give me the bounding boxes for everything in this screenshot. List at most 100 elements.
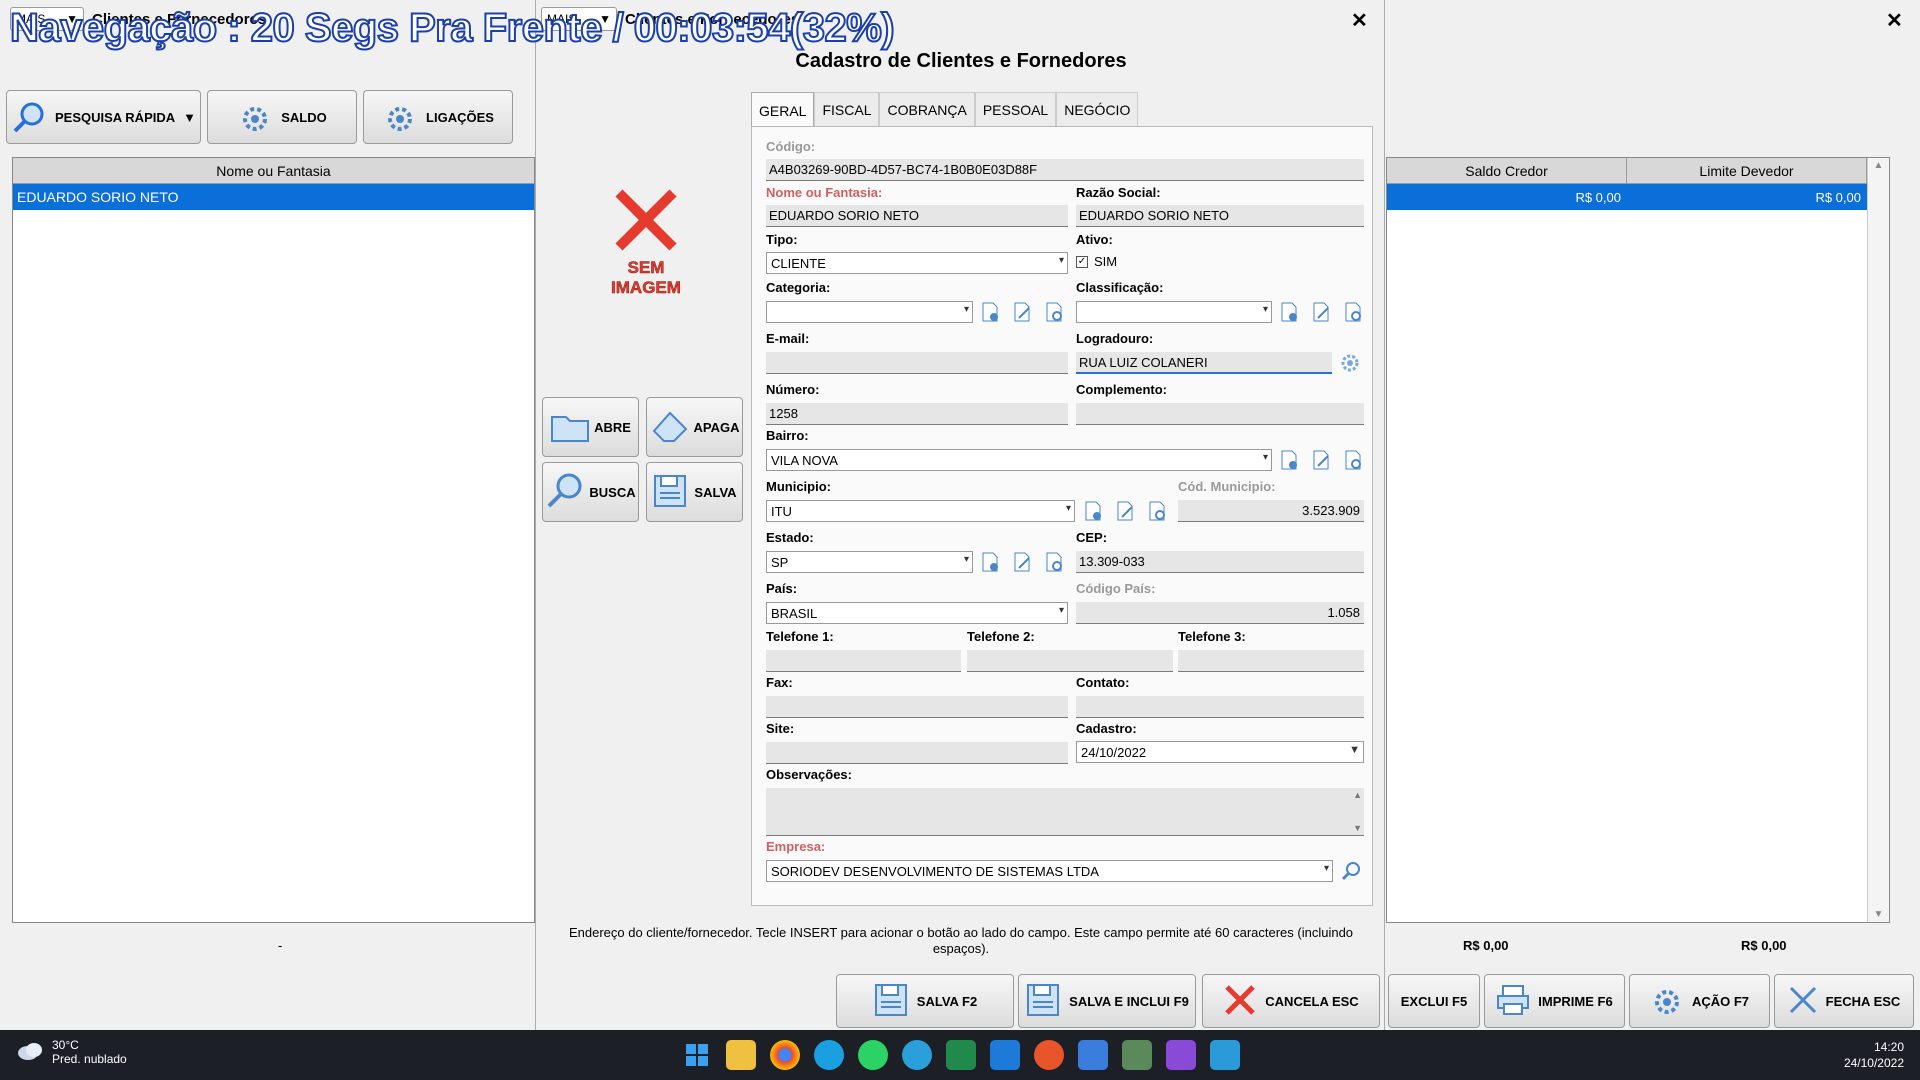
edit-bairro-icon[interactable] xyxy=(1310,448,1332,472)
telefone2-field[interactable] xyxy=(967,650,1173,672)
busca-button[interactable]: BUSCA xyxy=(542,462,639,522)
telefone1-field[interactable] xyxy=(766,650,961,672)
bairro-label: Bairro: xyxy=(766,428,809,443)
spreadsheet-icon[interactable] xyxy=(946,1040,976,1070)
logradouro-label: Logradouro: xyxy=(1076,331,1154,346)
list-footer: - xyxy=(278,938,283,953)
search-classificacao-icon[interactable] xyxy=(1342,300,1364,324)
email-field[interactable] xyxy=(766,352,1068,374)
salva-f2-label: SALVA F2 xyxy=(916,993,978,1009)
search-bairro-icon[interactable] xyxy=(1342,448,1364,472)
salva-side-button[interactable]: SALVA xyxy=(646,462,743,522)
telefone3-field[interactable] xyxy=(1178,650,1364,672)
classificacao-select[interactable]: ▾ xyxy=(1076,301,1272,323)
tab-cobranca[interactable]: COBRANÇA xyxy=(879,92,975,126)
pais-select[interactable]: BRASIL ▾ xyxy=(766,602,1068,624)
complemento-label: Complemento: xyxy=(1076,382,1167,397)
add-municipio-icon[interactable] xyxy=(1082,499,1104,523)
search-municipio-icon[interactable] xyxy=(1146,499,1168,523)
pesquisa-rapida-button[interactable]: PESQUISA RÁPIDA ▼ xyxy=(6,90,201,144)
telegram-icon[interactable] xyxy=(902,1040,932,1070)
acao-button[interactable]: AÇÃO F7 xyxy=(1629,974,1770,1028)
bairro-select[interactable]: VILA NOVA ▾ xyxy=(766,449,1272,471)
edit-estado-icon[interactable] xyxy=(1011,550,1033,574)
exclui-button[interactable]: EXCLUI F5 xyxy=(1388,974,1480,1028)
complemento-field[interactable] xyxy=(1076,403,1364,425)
mail-icon[interactable] xyxy=(990,1040,1020,1070)
table-row[interactable]: R$ 0,00 R$ 0,00 xyxy=(1387,184,1889,210)
scroll-up-icon[interactable]: ▲ xyxy=(1353,790,1362,800)
tab-pessoal[interactable]: PESSOAL xyxy=(974,92,1057,126)
tab-negocio[interactable]: NEGÓCIO xyxy=(1056,92,1139,126)
salva-e-inclui-button[interactable]: SALVA E INCLUI F9 xyxy=(1018,974,1196,1028)
estado-select[interactable]: SP ▾ xyxy=(766,551,973,573)
add-classificacao-icon[interactable] xyxy=(1278,300,1300,324)
soriodev-app-icon[interactable] xyxy=(1122,1040,1152,1070)
municipio-select[interactable]: ITU ▾ xyxy=(766,500,1075,522)
fecha-button[interactable]: FECHA ESC xyxy=(1774,974,1914,1028)
saldo-button[interactable]: SALDO xyxy=(207,90,357,144)
app-icon[interactable] xyxy=(1034,1040,1064,1070)
chrome-icon[interactable] xyxy=(770,1040,800,1070)
windows-start-icon[interactable] xyxy=(682,1040,712,1070)
remote-app-icon[interactable] xyxy=(1210,1040,1240,1070)
fax-field[interactable] xyxy=(766,696,1068,718)
video-app-icon[interactable] xyxy=(1166,1040,1196,1070)
empresa-select[interactable]: SORIODEV DESENVOLVIMENTO DE SISTEMAS LTD… xyxy=(766,860,1333,882)
search-estado-icon[interactable] xyxy=(1043,550,1065,574)
chevron-down-icon: ▼ xyxy=(1349,744,1360,756)
cancela-button[interactable]: CANCELA ESC xyxy=(1202,974,1380,1028)
contato-field[interactable] xyxy=(1076,696,1364,718)
edit-municipio-icon[interactable] xyxy=(1114,499,1136,523)
edge-icon[interactable] xyxy=(814,1040,844,1070)
edit-categoria-icon[interactable] xyxy=(1011,300,1033,324)
site-field[interactable] xyxy=(766,742,1068,764)
chevron-down-icon: ▾ xyxy=(1058,605,1064,616)
file-explorer-icon[interactable] xyxy=(726,1040,756,1070)
notepad-icon[interactable] xyxy=(1078,1040,1108,1070)
razao-field[interactable]: EDUARDO SORIO NETO xyxy=(1076,205,1364,227)
dialog-close-icon[interactable]: ✕ xyxy=(1351,8,1368,33)
scroll-down-icon[interactable]: ▼ xyxy=(1353,823,1362,833)
tipo-select[interactable]: CLIENTE ▾ xyxy=(766,252,1068,274)
column-header-limite-devedor[interactable]: Limite Devedor xyxy=(1627,158,1867,183)
clients-list[interactable]: Nome ou Fantasia EDUARDO SORIO NETO xyxy=(12,157,535,923)
column-header-saldo-credor[interactable]: Saldo Credor xyxy=(1387,158,1627,183)
tab-fiscal[interactable]: FISCAL xyxy=(814,92,880,126)
cep-field[interactable]: 13.309-033 xyxy=(1076,551,1364,573)
chevron-down-icon: ▾ xyxy=(1262,452,1268,463)
numero-field[interactable]: 1258 xyxy=(766,403,1068,425)
observacoes-textarea[interactable]: ▲ ▼ xyxy=(766,788,1364,836)
balance-grid[interactable]: Saldo Credor Limite Devedor R$ 0,00 R$ 0… xyxy=(1386,157,1890,923)
logradouro-field[interactable]: RUA LUIZ COLANERI xyxy=(1076,352,1332,374)
vertical-scrollbar[interactable]: ▲ ▼ xyxy=(1867,158,1889,922)
weather-widget[interactable]: 30°C Pred. nublado xyxy=(16,1038,127,1066)
search-icon[interactable] xyxy=(1340,859,1362,883)
scroll-up-icon[interactable]: ▲ xyxy=(1868,160,1889,171)
empresa-value: SORIODEV DESENVOLVIMENTO DE SISTEMAS LTD… xyxy=(771,864,1099,879)
imprime-button[interactable]: IMPRIME F6 xyxy=(1484,974,1625,1028)
column-header-nome[interactable]: Nome ou Fantasia xyxy=(13,158,534,184)
ligacoes-button[interactable]: LIGAÇÕES xyxy=(363,90,513,144)
cadastro-date-picker[interactable]: 24/10/2022 ▼ xyxy=(1076,741,1364,763)
add-bairro-icon[interactable] xyxy=(1278,448,1300,472)
categoria-select[interactable]: ▾ xyxy=(766,301,973,323)
bg-close-icon[interactable]: ✕ xyxy=(1886,8,1903,33)
gear-icon[interactable] xyxy=(1339,351,1361,375)
chevron-down-icon: ▾ xyxy=(1323,863,1329,874)
search-categoria-icon[interactable] xyxy=(1043,300,1065,324)
abre-button[interactable]: ABRE xyxy=(542,397,639,457)
nome-field[interactable]: EDUARDO SORIO NETO xyxy=(766,205,1068,227)
whatsapp-icon[interactable] xyxy=(858,1040,888,1070)
scroll-down-icon[interactable]: ▼ xyxy=(1868,909,1889,920)
geral-panel: Código: A4B03269-90BD-4D57-BC74-1B0B0E03… xyxy=(751,126,1373,906)
system-clock[interactable]: 14:20 24/10/2022 xyxy=(1844,1039,1904,1071)
add-estado-icon[interactable] xyxy=(979,550,1001,574)
edit-classificacao-icon[interactable] xyxy=(1310,300,1332,324)
tab-geral[interactable]: GERAL xyxy=(751,92,815,128)
apaga-button[interactable]: APAGA xyxy=(646,397,743,457)
add-categoria-icon[interactable] xyxy=(979,300,1001,324)
ativo-checkbox[interactable]: ✓ SIM xyxy=(1076,254,1117,269)
salva-f2-button[interactable]: SALVA F2 xyxy=(836,974,1014,1028)
list-item[interactable]: EDUARDO SORIO NETO xyxy=(13,184,534,210)
